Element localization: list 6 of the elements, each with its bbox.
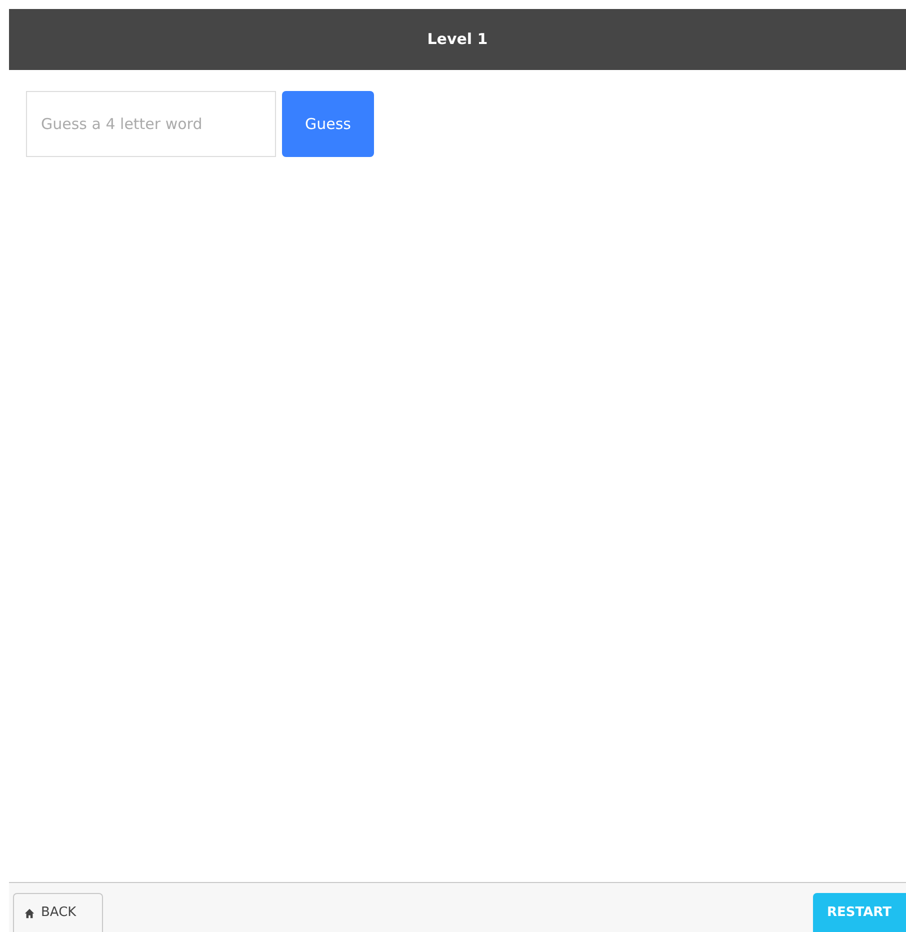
restart-button[interactable]: RESTART <box>813 893 906 932</box>
guess-button[interactable]: Guess <box>282 91 374 157</box>
back-button[interactable]: BACK <box>13 893 103 932</box>
home-icon <box>24 908 35 918</box>
level-title: Level 1 <box>427 29 488 50</box>
guess-input[interactable]: Guess a 4 letter word <box>26 91 276 157</box>
